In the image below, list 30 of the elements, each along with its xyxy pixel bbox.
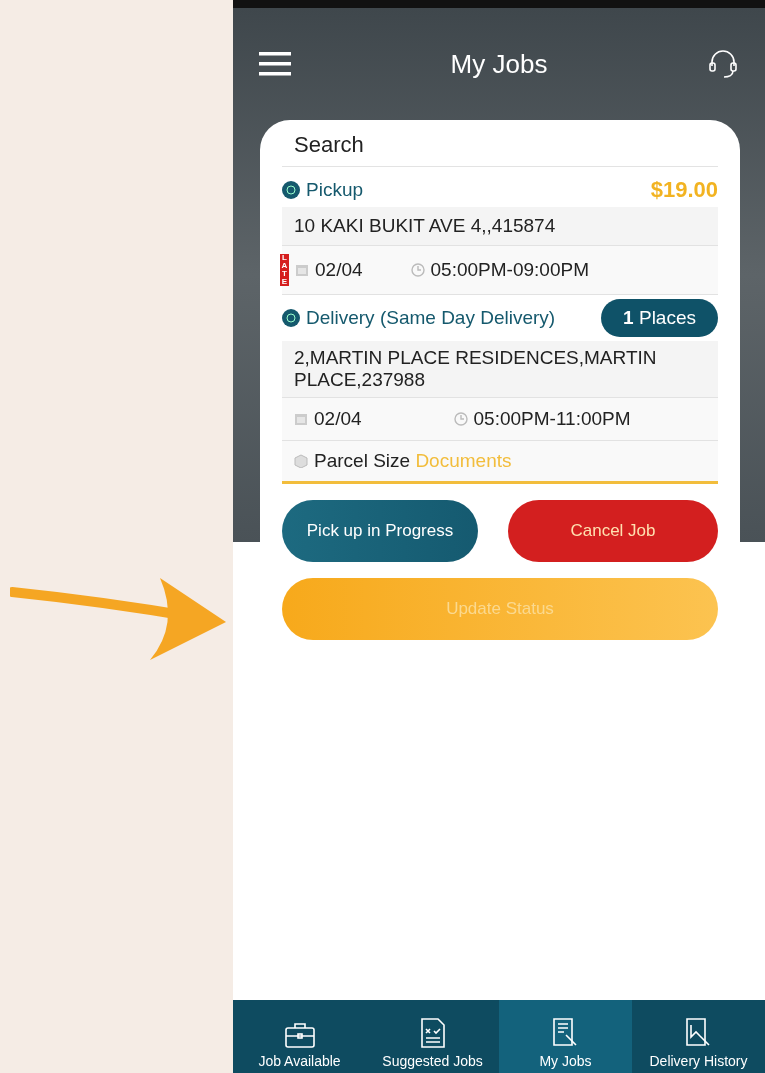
- calendar-icon: [295, 263, 309, 277]
- cancel-button[interactable]: Cancel Job: [508, 500, 718, 562]
- nav-tab[interactable]: Job Available: [233, 1000, 366, 1073]
- delivery-label: Delivery (Same Day Delivery): [306, 307, 556, 329]
- delivery-time: 05:00PM-11:00PM: [473, 408, 631, 430]
- late-tag: LATE: [280, 254, 289, 286]
- page-title: My Jobs: [450, 48, 548, 80]
- pickup-time: 05:00PM-09:00PM: [430, 259, 589, 281]
- briefcase-icon: [283, 1021, 316, 1049]
- delivery-address: 2,MARTIN PLACE RESIDENCES,MARTIN PLACE,237988: [294, 347, 658, 391]
- box-icon: [294, 454, 308, 468]
- nav-tab[interactable]: Suggested Jobs: [366, 1000, 499, 1073]
- clock-icon: [410, 263, 425, 277]
- checklist-icon: [419, 1017, 446, 1049]
- nav-tab[interactable]: My Jobs: [499, 1000, 632, 1073]
- delivery-date: 02/04: [314, 408, 362, 430]
- headset-icon[interactable]: [707, 48, 739, 80]
- pickup-icon: [282, 181, 300, 199]
- parcel-size: Parcel Size Documents: [314, 450, 512, 472]
- job-price: $19.00: [650, 177, 718, 203]
- clock-icon: [453, 412, 468, 426]
- pickup-label: Pickup: [306, 179, 364, 201]
- nav-tab[interactable]: Delivery History: [632, 1000, 765, 1073]
- calendar-icon: [294, 412, 308, 426]
- status-button[interactable]: Pick up in Progress: [282, 500, 478, 562]
- places-badge: 1 Places: [601, 299, 718, 337]
- menu-icon[interactable]: [259, 52, 291, 76]
- pickup-address: 10 KAKI BUKIT AVE 4,,415874: [294, 215, 556, 237]
- delivery-icon: [282, 309, 300, 327]
- pickup-date: 02/04: [315, 259, 363, 281]
